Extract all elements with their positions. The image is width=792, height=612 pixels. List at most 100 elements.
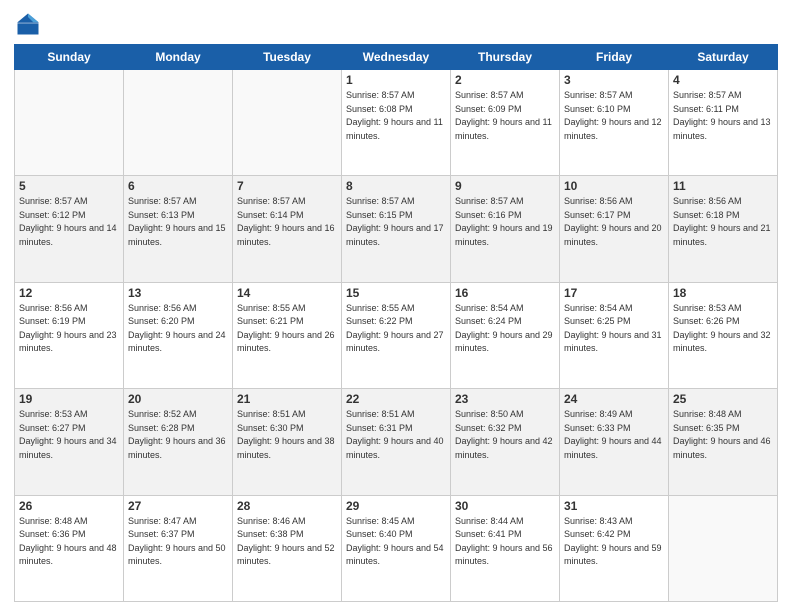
logo-icon [14,10,42,38]
day-number: 10 [564,179,664,193]
day-info: Sunrise: 8:57 AMSunset: 6:09 PMDaylight:… [455,89,555,143]
header [14,10,778,38]
calendar-week-row: 12 Sunrise: 8:56 AMSunset: 6:19 PMDayligh… [15,282,778,388]
calendar-cell: 22 Sunrise: 8:51 AMSunset: 6:31 PMDayligh… [342,389,451,495]
calendar-cell: 27Sunrise: 8:47 AMSunset: 6:37 PMDayligh… [124,495,233,601]
day-info: Sunrise: 8:54 AMSunset: 6:24 PMDaylight:… [455,302,555,356]
day-number: 8 [346,179,446,193]
calendar-cell: 31Sunrise: 8:43 AMSunset: 6:42 PMDayligh… [560,495,669,601]
day-number: 23 [455,392,555,406]
calendar-cell: 30 Sunrise: 8:44 AMSunset: 6:41 PMDayligh… [451,495,560,601]
day-info: Sunrise: 8:57 AMSunset: 6:10 PMDaylight:… [564,89,664,143]
day-info: Sunrise: 8:56 AMSunset: 6:19 PMDaylight:… [19,302,119,356]
calendar-cell [233,70,342,176]
day-info: Sunrise: 8:55 AMSunset: 6:21 PMDaylight:… [237,302,337,356]
calendar-cell: 6 Sunrise: 8:57 AMSunset: 6:13 PMDaylight… [124,176,233,282]
calendar-cell: 21 Sunrise: 8:51 AMSunset: 6:30 PMDayligh… [233,389,342,495]
day-number: 3 [564,73,664,87]
calendar-cell: 16Sunrise: 8:54 AMSunset: 6:24 PMDayligh… [451,282,560,388]
calendar-cell: 14 Sunrise: 8:55 AMSunset: 6:21 PMDayligh… [233,282,342,388]
day-info: Sunrise: 8:57 AMSunset: 6:14 PMDaylight:… [237,195,337,249]
calendar-cell: 11 Sunrise: 8:56 AMSunset: 6:18 PMDayligh… [669,176,778,282]
calendar-cell: 2 Sunrise: 8:57 AMSunset: 6:09 PMDaylight… [451,70,560,176]
day-number: 20 [128,392,228,406]
page: SundayMondayTuesdayWednesdayThursdayFrid… [0,0,792,612]
calendar-cell: 23 Sunrise: 8:50 AMSunset: 6:32 PMDayligh… [451,389,560,495]
calendar-cell: 1 Sunrise: 8:57 AMSunset: 6:08 PMDaylight… [342,70,451,176]
day-info: Sunrise: 8:53 AMSunset: 6:27 PMDaylight:… [19,408,119,462]
day-number: 11 [673,179,773,193]
day-number: 14 [237,286,337,300]
logo [14,10,46,38]
day-info: Sunrise: 8:57 AMSunset: 6:13 PMDaylight:… [128,195,228,249]
day-info: Sunrise: 8:44 AMSunset: 6:41 PMDaylight:… [455,515,555,569]
day-number: 6 [128,179,228,193]
calendar-cell: 19Sunrise: 8:53 AMSunset: 6:27 PMDayligh… [15,389,124,495]
calendar-week-row: 26Sunrise: 8:48 AMSunset: 6:36 PMDayligh… [15,495,778,601]
calendar-cell [124,70,233,176]
calendar-table: SundayMondayTuesdayWednesdayThursdayFrid… [14,44,778,602]
day-info: Sunrise: 8:57 AMSunset: 6:15 PMDaylight:… [346,195,446,249]
day-number: 21 [237,392,337,406]
day-number: 2 [455,73,555,87]
calendar-cell: 3 Sunrise: 8:57 AMSunset: 6:10 PMDaylight… [560,70,669,176]
day-info: Sunrise: 8:45 AMSunset: 6:40 PMDaylight:… [346,515,446,569]
day-info: Sunrise: 8:57 AMSunset: 6:16 PMDaylight:… [455,195,555,249]
day-number: 12 [19,286,119,300]
weekday-header-thursday: Thursday [451,45,560,70]
calendar-cell: 28Sunrise: 8:46 AMSunset: 6:38 PMDayligh… [233,495,342,601]
day-number: 7 [237,179,337,193]
day-number: 24 [564,392,664,406]
day-info: Sunrise: 8:51 AMSunset: 6:30 PMDaylight:… [237,408,337,462]
day-info: Sunrise: 8:55 AMSunset: 6:22 PMDaylight:… [346,302,446,356]
weekday-header-saturday: Saturday [669,45,778,70]
day-number: 15 [346,286,446,300]
day-info: Sunrise: 8:50 AMSunset: 6:32 PMDaylight:… [455,408,555,462]
weekday-header-monday: Monday [124,45,233,70]
calendar-cell: 17Sunrise: 8:54 AMSunset: 6:25 PMDayligh… [560,282,669,388]
day-number: 30 [455,499,555,513]
calendar-cell [669,495,778,601]
day-info: Sunrise: 8:57 AMSunset: 6:12 PMDaylight:… [19,195,119,249]
weekday-header-wednesday: Wednesday [342,45,451,70]
weekday-header-friday: Friday [560,45,669,70]
weekday-header-sunday: Sunday [15,45,124,70]
calendar-cell: 26Sunrise: 8:48 AMSunset: 6:36 PMDayligh… [15,495,124,601]
day-number: 22 [346,392,446,406]
day-info: Sunrise: 8:48 AMSunset: 6:35 PMDaylight:… [673,408,773,462]
day-info: Sunrise: 8:56 AMSunset: 6:17 PMDaylight:… [564,195,664,249]
calendar-cell: 5 Sunrise: 8:57 AMSunset: 6:12 PMDaylight… [15,176,124,282]
day-info: Sunrise: 8:52 AMSunset: 6:28 PMDaylight:… [128,408,228,462]
day-number: 18 [673,286,773,300]
calendar-cell: 4 Sunrise: 8:57 AMSunset: 6:11 PMDaylight… [669,70,778,176]
calendar-cell: 10 Sunrise: 8:56 AMSunset: 6:17 PMDayligh… [560,176,669,282]
calendar-cell: 7 Sunrise: 8:57 AMSunset: 6:14 PMDaylight… [233,176,342,282]
weekday-header-tuesday: Tuesday [233,45,342,70]
day-number: 4 [673,73,773,87]
calendar-cell: 25Sunrise: 8:48 AMSunset: 6:35 PMDayligh… [669,389,778,495]
day-info: Sunrise: 8:57 AMSunset: 6:08 PMDaylight:… [346,89,446,143]
calendar-week-row: 1 Sunrise: 8:57 AMSunset: 6:08 PMDaylight… [15,70,778,176]
day-info: Sunrise: 8:48 AMSunset: 6:36 PMDaylight:… [19,515,119,569]
day-number: 1 [346,73,446,87]
calendar-cell: 8 Sunrise: 8:57 AMSunset: 6:15 PMDaylight… [342,176,451,282]
calendar-cell: 13 Sunrise: 8:56 AMSunset: 6:20 PMDayligh… [124,282,233,388]
day-info: Sunrise: 8:49 AMSunset: 6:33 PMDaylight:… [564,408,664,462]
calendar-week-row: 19Sunrise: 8:53 AMSunset: 6:27 PMDayligh… [15,389,778,495]
day-number: 17 [564,286,664,300]
day-info: Sunrise: 8:51 AMSunset: 6:31 PMDaylight:… [346,408,446,462]
day-info: Sunrise: 8:56 AMSunset: 6:20 PMDaylight:… [128,302,228,356]
day-number: 5 [19,179,119,193]
day-info: Sunrise: 8:56 AMSunset: 6:18 PMDaylight:… [673,195,773,249]
calendar-cell: 9 Sunrise: 8:57 AMSunset: 6:16 PMDaylight… [451,176,560,282]
day-number: 29 [346,499,446,513]
day-info: Sunrise: 8:53 AMSunset: 6:26 PMDaylight:… [673,302,773,356]
day-number: 13 [128,286,228,300]
calendar-cell: 20 Sunrise: 8:52 AMSunset: 6:28 PMDayligh… [124,389,233,495]
day-info: Sunrise: 8:57 AMSunset: 6:11 PMDaylight:… [673,89,773,143]
day-info: Sunrise: 8:46 AMSunset: 6:38 PMDaylight:… [237,515,337,569]
calendar-cell: 29 Sunrise: 8:45 AMSunset: 6:40 PMDayligh… [342,495,451,601]
day-number: 9 [455,179,555,193]
day-number: 31 [564,499,664,513]
calendar-cell: 18 Sunrise: 8:53 AMSunset: 6:26 PMDayligh… [669,282,778,388]
